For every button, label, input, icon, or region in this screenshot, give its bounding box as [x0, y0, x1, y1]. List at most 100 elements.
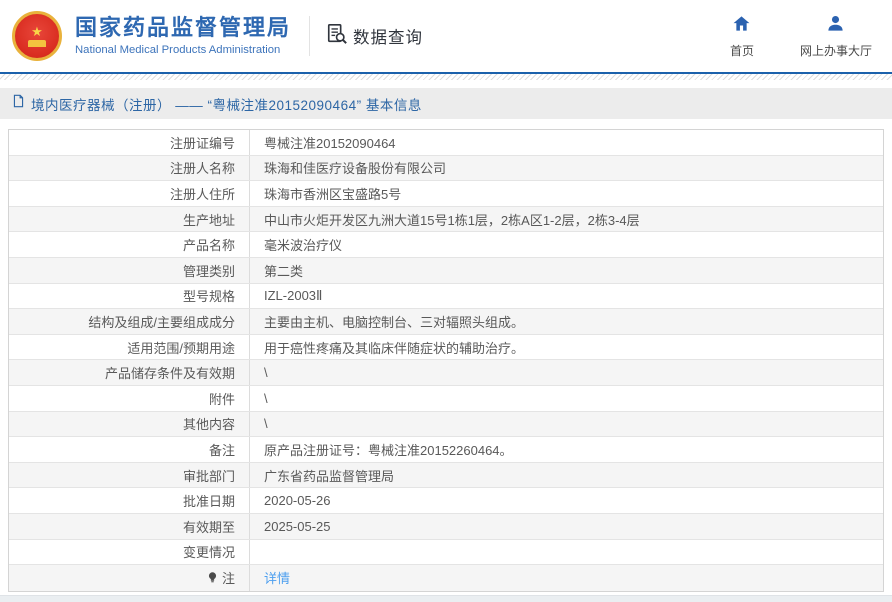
emblem-gate-icon	[28, 39, 46, 47]
row-label-text: 注册人名称	[169, 161, 235, 177]
row-label-text: 有效期至	[182, 519, 235, 535]
row-value: 广东省药品监督管理局	[250, 463, 883, 488]
row-value: 第二类	[250, 258, 883, 283]
row-label: 注册证编号	[9, 130, 250, 155]
row-value-text: 第二类	[264, 263, 304, 279]
row-label: 审批部门	[9, 462, 250, 488]
user-icon	[826, 14, 845, 38]
row-value: 珠海和佳医疗设备股份有限公司	[250, 156, 883, 181]
row-value: 毫米波治疗仪	[250, 232, 883, 257]
table-row: 结构及组成/主要组成成分 主要由主机、电脑控制台、三对辐照头组成。	[9, 309, 883, 335]
emblem-star-icon: ★	[31, 23, 43, 39]
row-label-text: 产品储存条件及有效期	[104, 366, 235, 382]
nav-item-service-hall[interactable]: 网上办事大厅	[800, 14, 872, 59]
row-label-text: 产品名称	[182, 238, 235, 254]
row-label: 型号规格	[9, 283, 250, 309]
page-doc-icon	[12, 94, 25, 113]
row-value: 用于癌性疼痛及其临床伴随症状的辅助治疗。	[250, 335, 883, 360]
row-label: 产品名称	[9, 232, 250, 257]
row-label-text: 管理类别	[182, 263, 235, 279]
row-label: 适用范围/预期用途	[9, 334, 250, 360]
row-label-text: 附件	[208, 391, 235, 407]
header-divider	[309, 16, 311, 56]
table-row: 产品储存条件及有效期 \	[9, 360, 883, 386]
table-row: 其他内容 \	[9, 411, 883, 438]
document-search-icon	[326, 23, 348, 50]
row-value: 珠海市香洲区宝盛路5号	[250, 181, 883, 206]
table-row: 注册人住所 珠海市香洲区宝盛路5号	[9, 181, 883, 207]
org-title-block: 国家药品监督管理局 National Medical Products Admi…	[75, 15, 291, 58]
row-value-text: 粤械注准20152090464	[264, 135, 396, 151]
row-label-text: 批准日期	[182, 494, 235, 510]
row-label-text: 注	[221, 571, 235, 587]
row-label: 附件	[9, 385, 250, 411]
org-name: 国家药品监督管理局	[75, 14, 292, 40]
row-label-text: 其他内容	[182, 417, 235, 433]
hatch-pattern-band	[0, 74, 892, 80]
row-label: 变更情况	[9, 539, 250, 565]
table-row: 管理类别 第二类	[9, 257, 883, 284]
table-row: 注册人名称 珠海和佳医疗设备股份有限公司	[9, 155, 883, 182]
table-row: 有效期至 2025-05-25	[9, 513, 883, 540]
table-row: 变更情况	[9, 539, 883, 566]
row-value: 中山市火炬开发区九洲大道15号1栋1层，2栋A区1-2层，2栋3-4层	[250, 207, 883, 232]
row-label: 管理类别	[9, 257, 250, 283]
row-value: 原产品注册证号：粤械注准20152260464。	[250, 437, 883, 462]
row-value-text: 珠海和佳医疗设备股份有限公司	[264, 161, 447, 177]
row-value-text: 2020-05-26	[264, 493, 331, 509]
row-value: 主要由主机、电脑控制台、三对辐照头组成。	[250, 309, 883, 334]
table-row: 注 详情	[9, 565, 883, 591]
org-name-english: National Medical Products Administration	[75, 43, 281, 56]
row-value: 2025-05-25	[250, 514, 883, 539]
row-value-text: 毫米波治疗仪	[264, 238, 343, 254]
details-link[interactable]: 详情	[264, 568, 290, 587]
home-icon	[732, 14, 751, 38]
page-title: 境内医疗器械（注册） —— “粤械注准20152090464” 基本信息	[31, 97, 422, 113]
national-emblem-logo: ★	[12, 11, 62, 61]
row-label-text: 型号规格	[182, 289, 235, 305]
nav-service-hall-label: 网上办事大厅	[799, 43, 872, 58]
lightbulb-icon	[206, 571, 219, 584]
row-value-text: 广东省药品监督管理局	[264, 468, 395, 484]
row-label: 批准日期	[9, 488, 250, 513]
table-row: 型号规格 IZL-2003Ⅱ	[9, 283, 883, 310]
data-query-label: 数据查询	[353, 29, 424, 47]
row-value: 粤械注准20152090464	[250, 130, 883, 155]
data-query-section[interactable]: 数据查询	[326, 23, 423, 50]
row-label: 有效期至	[9, 513, 250, 539]
row-label: 其他内容	[9, 411, 250, 437]
row-label: 生产地址	[9, 206, 250, 232]
table-row: 注册证编号 粤械注准20152090464	[9, 130, 883, 156]
row-value	[250, 540, 883, 565]
table-row: 备注 原产品注册证号：粤械注准20152260464。	[9, 437, 883, 463]
row-value: \	[250, 412, 883, 437]
nav-home-label: 首页	[729, 43, 754, 58]
table-row: 批准日期 2020-05-26	[9, 488, 883, 514]
row-label: 注	[9, 565, 250, 591]
row-label-text: 注册证编号	[169, 135, 235, 151]
row-label: 备注	[9, 437, 250, 462]
table-row: 产品名称 毫米波治疗仪	[9, 232, 883, 258]
row-value-text: 用于癌性疼痛及其临床伴随症状的辅助治疗。	[264, 340, 525, 356]
page-header: ★ 国家药品监督管理局 National Medical Products Ad…	[0, 0, 892, 72]
row-value: \	[250, 360, 883, 385]
registration-info-table: 注册证编号 粤械注准20152090464 注册人名称 珠海和佳医疗设备股份有限…	[8, 129, 884, 592]
table-row: 适用范围/预期用途 用于癌性疼痛及其临床伴随症状的辅助治疗。	[9, 334, 883, 361]
row-value-text: IZL-2003Ⅱ	[264, 287, 323, 303]
footer-strip	[0, 595, 892, 602]
row-value-text: \	[264, 390, 268, 406]
row-value-text: 2025-05-25	[264, 518, 331, 534]
nav-item-home[interactable]: 首页	[718, 14, 766, 59]
row-label: 注册人名称	[9, 155, 250, 181]
row-label-text: 审批部门	[182, 468, 235, 484]
row-value: 详情	[250, 565, 883, 591]
row-value-text: 中山市火炬开发区九洲大道15号1栋1层，2栋A区1-2层，2栋3-4层	[264, 212, 640, 228]
row-label-text: 生产地址	[182, 212, 235, 228]
table-row: 附件 \	[9, 385, 883, 412]
row-value-text: 主要由主机、电脑控制台、三对辐照头组成。	[264, 314, 525, 330]
row-label: 结构及组成/主要组成成分	[9, 309, 250, 334]
row-label-text: 变更情况	[182, 545, 235, 561]
header-nav: 首页 网上办事大厅	[718, 14, 882, 59]
row-value-text: \	[264, 416, 268, 432]
table-row: 生产地址 中山市火炬开发区九洲大道15号1栋1层，2栋A区1-2层，2栋3-4层	[9, 206, 883, 233]
